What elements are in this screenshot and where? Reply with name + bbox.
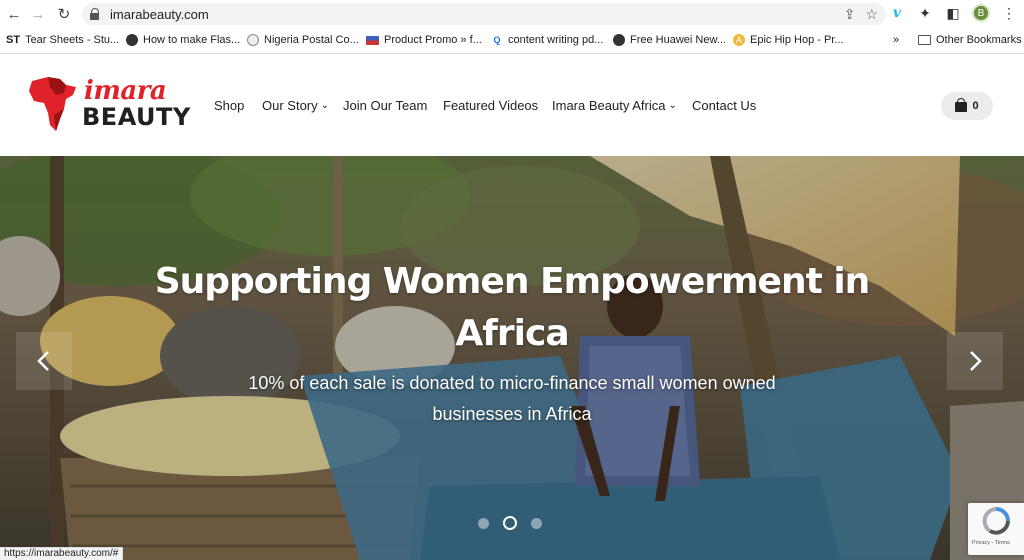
st-icon: ST xyxy=(6,34,21,46)
recaptcha-icon xyxy=(982,507,1010,535)
nav-item-imara-beauty-africa[interactable]: Imara Beauty Africa ⌄ xyxy=(552,98,677,113)
recaptcha-links[interactable]: Privacy - Terms xyxy=(972,540,1010,546)
site-header: imara BEAUTY Shop Our Story ⌄ Join Our T… xyxy=(0,55,1024,156)
nav-item-shop[interactable]: Shop xyxy=(214,98,244,113)
hero-slider: Supporting Women Empowerment in Africa 1… xyxy=(0,156,1024,560)
shopping-bag-icon xyxy=(955,98,968,112)
other-bookmarks-button[interactable]: Other Bookmarks xyxy=(918,34,1022,46)
slider-prev-button[interactable] xyxy=(16,332,72,390)
bookmark-item[interactable]: Q content writing pd... xyxy=(491,34,603,46)
lock-icon[interactable] xyxy=(90,8,100,20)
recaptcha-badge[interactable]: Privacy - Terms xyxy=(968,503,1024,555)
bookmark-item[interactable]: Free Huawei New... xyxy=(613,34,726,46)
hero-title: Supporting Women Empowerment in Africa xyxy=(154,261,871,354)
bookmark-label: Epic Hip Hop - Pr... xyxy=(750,34,844,46)
cart-button[interactable]: 0 xyxy=(941,92,993,120)
slider-next-button[interactable] xyxy=(947,332,1003,390)
profile-avatar[interactable]: B xyxy=(972,4,990,22)
share-icon[interactable]: ⇪ xyxy=(844,6,856,23)
imara-beauty-logo[interactable]: imara BEAUTY xyxy=(26,75,190,137)
postal-icon xyxy=(247,34,259,46)
slider-dot[interactable] xyxy=(478,517,489,529)
chevron-down-icon: ⌄ xyxy=(320,100,330,111)
music-icon: A xyxy=(733,34,745,46)
nav-item-featured-videos[interactable]: Featured Videos xyxy=(443,98,538,113)
bookmark-item[interactable]: A Epic Hip Hop - Pr... xyxy=(733,34,844,46)
chevron-down-icon: ⌄ xyxy=(668,100,677,111)
bookmark-item[interactable]: ST Tear Sheets - Stu... xyxy=(6,34,119,46)
globe-icon xyxy=(126,34,138,46)
menu-kebab-icon[interactable]: ⋮ xyxy=(1000,4,1018,22)
nav-item-label: Our Story xyxy=(262,98,318,113)
slider-pagination xyxy=(478,516,542,530)
nav-item-label: Join Our Team xyxy=(343,98,428,113)
overflow-chevron-icon: » xyxy=(893,34,900,46)
url-text[interactable]: imarabeauty.com xyxy=(110,7,209,22)
nav-item-label: Featured Videos xyxy=(443,98,539,113)
slider-dot[interactable] xyxy=(531,517,542,529)
bookmark-label: content writing pd... xyxy=(508,34,604,46)
bookmark-star-icon[interactable]: ☆ xyxy=(865,6,878,23)
chevron-right-icon xyxy=(970,351,982,371)
back-arrow-icon[interactable]: ← xyxy=(4,4,24,24)
bookmark-label: How to make Flas... xyxy=(143,34,241,46)
search-icon: Q xyxy=(493,35,501,45)
bookmark-label: Product Promo » f... xyxy=(384,34,482,46)
reload-icon[interactable]: ↻ xyxy=(54,4,74,24)
nav-item-label: Contact Us xyxy=(692,98,757,113)
vimeo-extension-icon[interactable]: v xyxy=(888,4,906,22)
bookmarks-overflow-button[interactable]: » xyxy=(893,34,899,46)
globe-icon xyxy=(613,34,625,46)
bookmark-item[interactable]: Nigeria Postal Co... xyxy=(247,34,359,46)
address-bar[interactable]: imarabeauty.com ⇪ ☆ xyxy=(82,3,886,25)
bookmark-label: Nigeria Postal Co... xyxy=(264,34,359,46)
bookmark-item[interactable]: Product Promo » f... xyxy=(366,34,482,46)
hero-subtitle: 10% of each sale is donated to micro-fin… xyxy=(248,373,776,424)
forward-arrow-icon[interactable]: → xyxy=(28,4,48,24)
bookmark-label: Free Huawei New... xyxy=(630,34,726,46)
folder-icon xyxy=(918,35,931,45)
browser-toolbar: ← → ↻ imarabeauty.com ⇪ ☆ v ✦ ◧ B ⋮ xyxy=(0,0,1024,28)
flag-icon xyxy=(366,35,379,45)
nav-item-label: Shop xyxy=(214,98,245,113)
bookmark-item[interactable]: How to make Flas... xyxy=(126,34,240,46)
nav-item-join-our-team[interactable]: Join Our Team xyxy=(343,98,427,113)
logo-wordmark-beauty: BEAUTY xyxy=(82,103,191,131)
side-panel-icon[interactable]: ◧ xyxy=(944,4,962,22)
slider-dot-active[interactable] xyxy=(503,516,517,530)
other-bookmarks-label: Other Bookmarks xyxy=(936,34,1022,46)
cart-count: 0 xyxy=(972,100,979,112)
logo-wordmark-imara: imara xyxy=(84,76,167,106)
bookmark-label: Tear Sheets - Stu... xyxy=(25,34,120,46)
status-bar-url: https://imarabeauty.com/# xyxy=(0,547,124,560)
extensions-puzzle-icon[interactable]: ✦ xyxy=(916,4,934,22)
nav-item-contact-us[interactable]: Contact Us xyxy=(692,98,756,113)
nav-item-our-story[interactable]: Our Story ⌄ xyxy=(262,98,329,113)
africa-map-icon xyxy=(29,77,76,131)
nav-item-label: Imara Beauty Africa xyxy=(552,98,666,113)
chevron-left-icon xyxy=(37,351,49,371)
bookmarks-bar: ST Tear Sheets - Stu... How to make Flas… xyxy=(0,28,1024,54)
